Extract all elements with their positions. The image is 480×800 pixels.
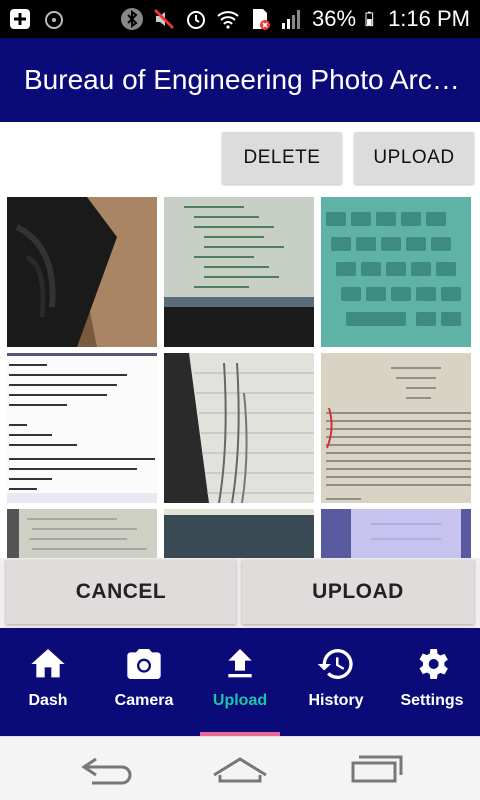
bluetooth-icon bbox=[121, 8, 144, 30]
status-bar-right: 36% 1:16 PM bbox=[120, 0, 470, 38]
photo-thumbnail[interactable] bbox=[7, 197, 157, 347]
photo-thumbnail[interactable] bbox=[7, 353, 157, 503]
nav-item-settings[interactable]: Settings bbox=[384, 628, 480, 736]
photo-thumbnail[interactable] bbox=[164, 353, 314, 503]
nav-item-camera[interactable]: Camera bbox=[96, 628, 192, 736]
cancel-button[interactable]: CANCEL bbox=[6, 560, 236, 624]
photo-thumbnail[interactable] bbox=[7, 509, 157, 558]
nav-label-upload: Upload bbox=[212, 692, 268, 709]
upload-button-bottom[interactable]: UPLOAD bbox=[242, 560, 474, 624]
home-icon bbox=[31, 649, 65, 678]
delete-button[interactable]: DELETE bbox=[222, 132, 342, 184]
photo-grid bbox=[0, 196, 480, 558]
signal-icon bbox=[282, 10, 301, 29]
recent-apps-icon[interactable] bbox=[345, 751, 405, 787]
photo-thumbnail[interactable] bbox=[321, 197, 471, 347]
clock-time: 1:16 PM bbox=[388, 6, 470, 31]
home-button-icon[interactable] bbox=[210, 751, 270, 787]
bottom-navigation: Dash Camera Upload History Settings bbox=[0, 628, 480, 736]
alarm-clock-icon bbox=[45, 11, 63, 29]
sim-error-icon bbox=[253, 9, 271, 30]
system-navigation-bar bbox=[0, 736, 480, 800]
photo-thumbnail[interactable] bbox=[321, 509, 471, 558]
camera-icon bbox=[127, 649, 161, 679]
battery-percent: 36% bbox=[312, 6, 357, 31]
photo-thumbnail[interactable] bbox=[164, 197, 314, 347]
wifi-icon bbox=[217, 11, 239, 29]
nav-label-camera: Camera bbox=[114, 692, 174, 709]
nav-item-dash[interactable]: Dash bbox=[0, 628, 96, 736]
nav-item-history[interactable]: History bbox=[288, 628, 384, 736]
gear-icon bbox=[419, 649, 448, 679]
mute-icon bbox=[153, 8, 175, 30]
nav-item-upload[interactable]: Upload bbox=[192, 628, 288, 736]
photo-thumbnail[interactable] bbox=[321, 353, 471, 503]
status-bar-left bbox=[8, 0, 66, 38]
nav-label-dash: Dash bbox=[28, 692, 68, 709]
battery-icon bbox=[365, 11, 374, 27]
add-icon bbox=[10, 9, 30, 29]
back-icon[interactable] bbox=[78, 751, 138, 787]
nav-label-settings: Settings bbox=[400, 692, 464, 709]
history-icon bbox=[317, 649, 353, 679]
alarm-icon bbox=[187, 11, 206, 29]
app-bar: Bureau of Engineering Photo Archive bbox=[0, 38, 480, 122]
photo-thumbnail[interactable] bbox=[164, 509, 314, 558]
top-action-bar: DELETE UPLOAD bbox=[0, 122, 480, 196]
bottom-action-bar: CANCEL UPLOAD bbox=[0, 558, 480, 628]
upload-button-top[interactable]: UPLOAD bbox=[354, 132, 474, 184]
status-bar: 36% 1:16 PM bbox=[0, 0, 480, 38]
nav-label-history: History bbox=[308, 692, 364, 709]
app-title: Bureau of Engineering Photo Archive bbox=[24, 64, 464, 95]
upload-icon bbox=[228, 649, 252, 678]
